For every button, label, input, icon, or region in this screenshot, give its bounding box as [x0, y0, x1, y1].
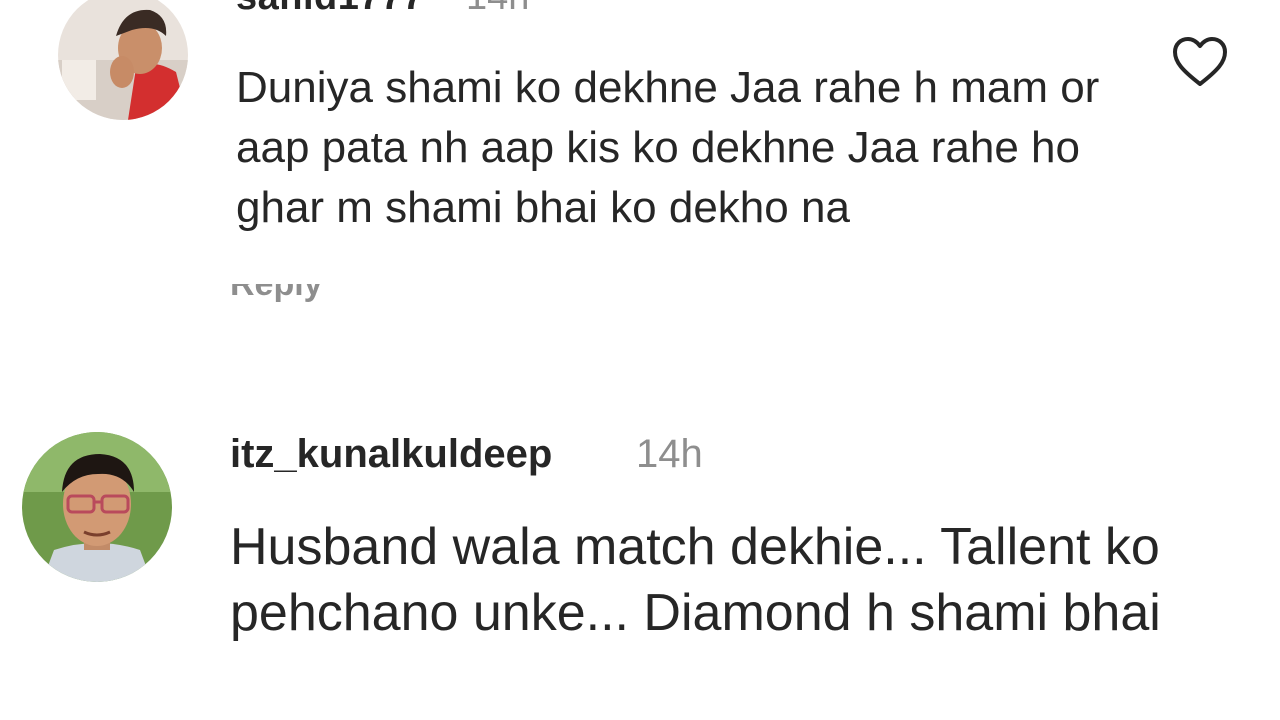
comment-text: Husband wala match dekhie... Tallent ko … — [230, 518, 1161, 642]
comments-screen: sahid1777 14h Duniya shami ko dekhne Jaa… — [0, 0, 1280, 720]
reply-button[interactable]: Reply — [230, 284, 370, 304]
heart-outline-icon[interactable] — [1172, 36, 1228, 88]
comment-username[interactable]: itz_kunalkuldeep — [230, 432, 552, 477]
user-avatar-photo-icon — [58, 0, 188, 120]
comment-username[interactable]: sahid1777 — [236, 0, 424, 19]
avatar[interactable] — [22, 432, 172, 582]
comment-timestamp: 14h — [636, 432, 703, 476]
comment-text: Duniya shami ko dekhne Jaa rahe h mam or… — [236, 63, 1100, 232]
avatar[interactable] — [58, 0, 188, 120]
user-avatar-photo-icon — [22, 432, 172, 582]
comment-timestamp: 14h — [466, 0, 529, 19]
